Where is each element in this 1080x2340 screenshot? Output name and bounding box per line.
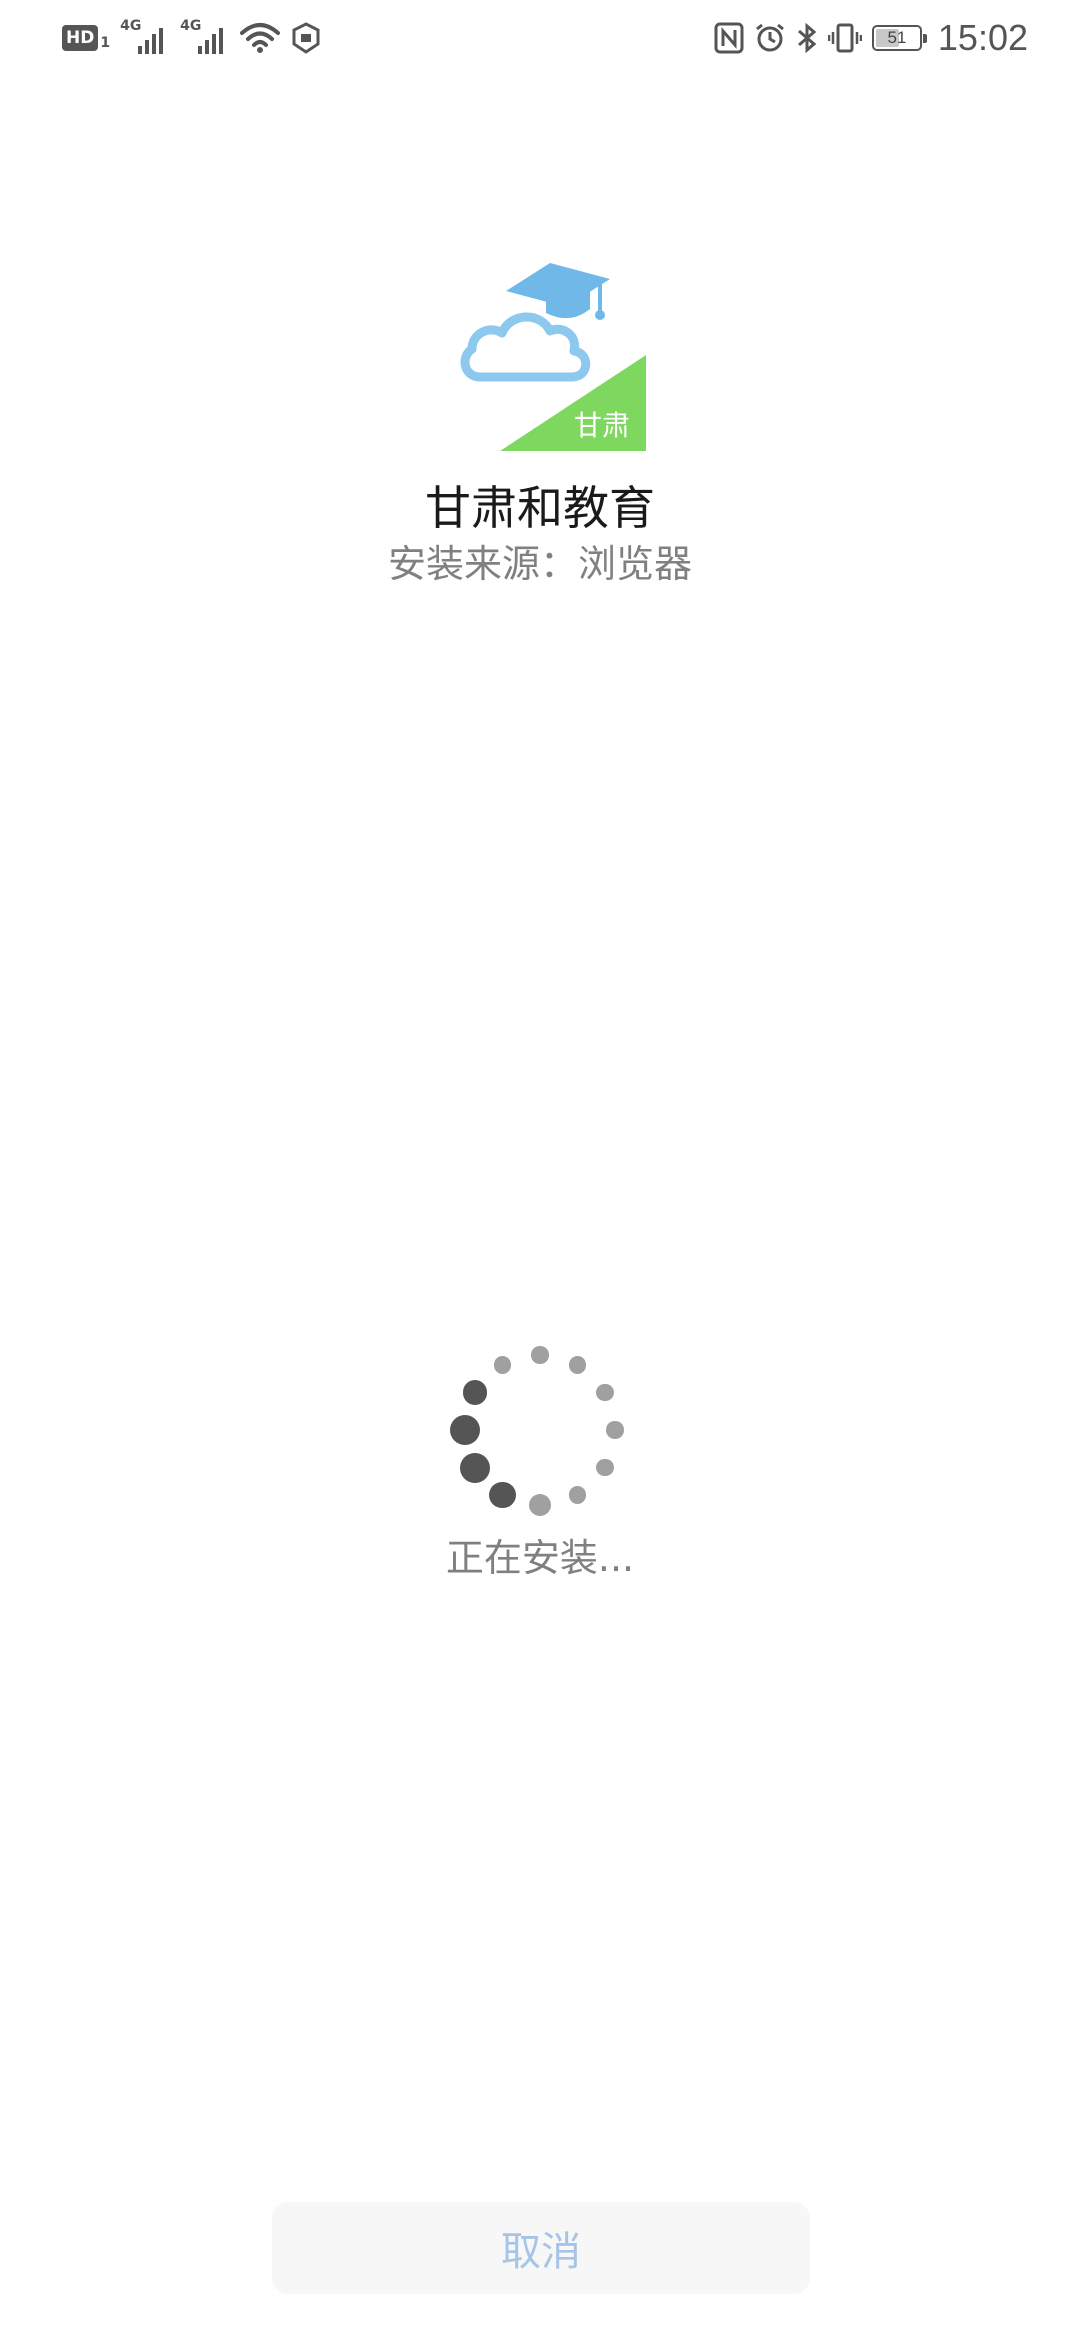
install-status-text: 正在安装... [445, 1536, 635, 1580]
hd-icon: HD 1 [62, 25, 110, 51]
spinner-dot [596, 1458, 614, 1477]
spinner-dot [568, 1356, 587, 1374]
spinner-dot [493, 1356, 512, 1374]
signal-icon: 4G [180, 18, 230, 56]
bluetooth-icon [797, 22, 817, 54]
cancel-button[interactable]: 取消 [272, 2202, 810, 2294]
signal-icon: 4G [120, 18, 170, 56]
spinner-dot [450, 1415, 480, 1445]
alarm-icon [755, 23, 784, 52]
battery-level: 51 [887, 28, 907, 47]
cloud-icon [460, 312, 591, 382]
graduation-cap-icon [506, 263, 610, 320]
status-bar-right: 51 15:02 [714, 17, 1028, 58]
install-source: 安装来源：浏览器 [387, 542, 692, 586]
app-name: 甘肃和教育 [425, 481, 655, 535]
nfc-icon [714, 22, 744, 54]
wifi-icon [240, 23, 281, 53]
spinner-dot [606, 1421, 624, 1439]
spinner-dot [529, 1494, 551, 1516]
clock: 15:02 [937, 17, 1028, 58]
shield-icon [292, 22, 320, 54]
status-bar: HD 1 4G 4G 51 15:02 [0, 0, 1080, 76]
vibrate-icon [827, 23, 862, 53]
spinner-dot [531, 1346, 549, 1364]
status-bar-left: HD 1 4G 4G [62, 18, 322, 58]
spinner-dot [596, 1383, 614, 1402]
app-icon: 甘肃 [460, 263, 646, 451]
app-icon-badge: 甘肃 [574, 409, 630, 442]
spinner-dot [568, 1486, 587, 1504]
battery-icon: 51 [871, 25, 927, 51]
spinner-dot [489, 1481, 516, 1509]
spinner-dot [460, 1452, 491, 1483]
loading-spinner-icon [440, 1330, 640, 1530]
hd-label: HD [62, 25, 99, 51]
spinner-dot [462, 1380, 488, 1405]
hd-sub-label: 1 [100, 35, 111, 51]
install-screen: HD 1 4G 4G 51 15:02 甘肃 甘肃和教育 安装来源：浏览器 正在… [0, 0, 1080, 2340]
